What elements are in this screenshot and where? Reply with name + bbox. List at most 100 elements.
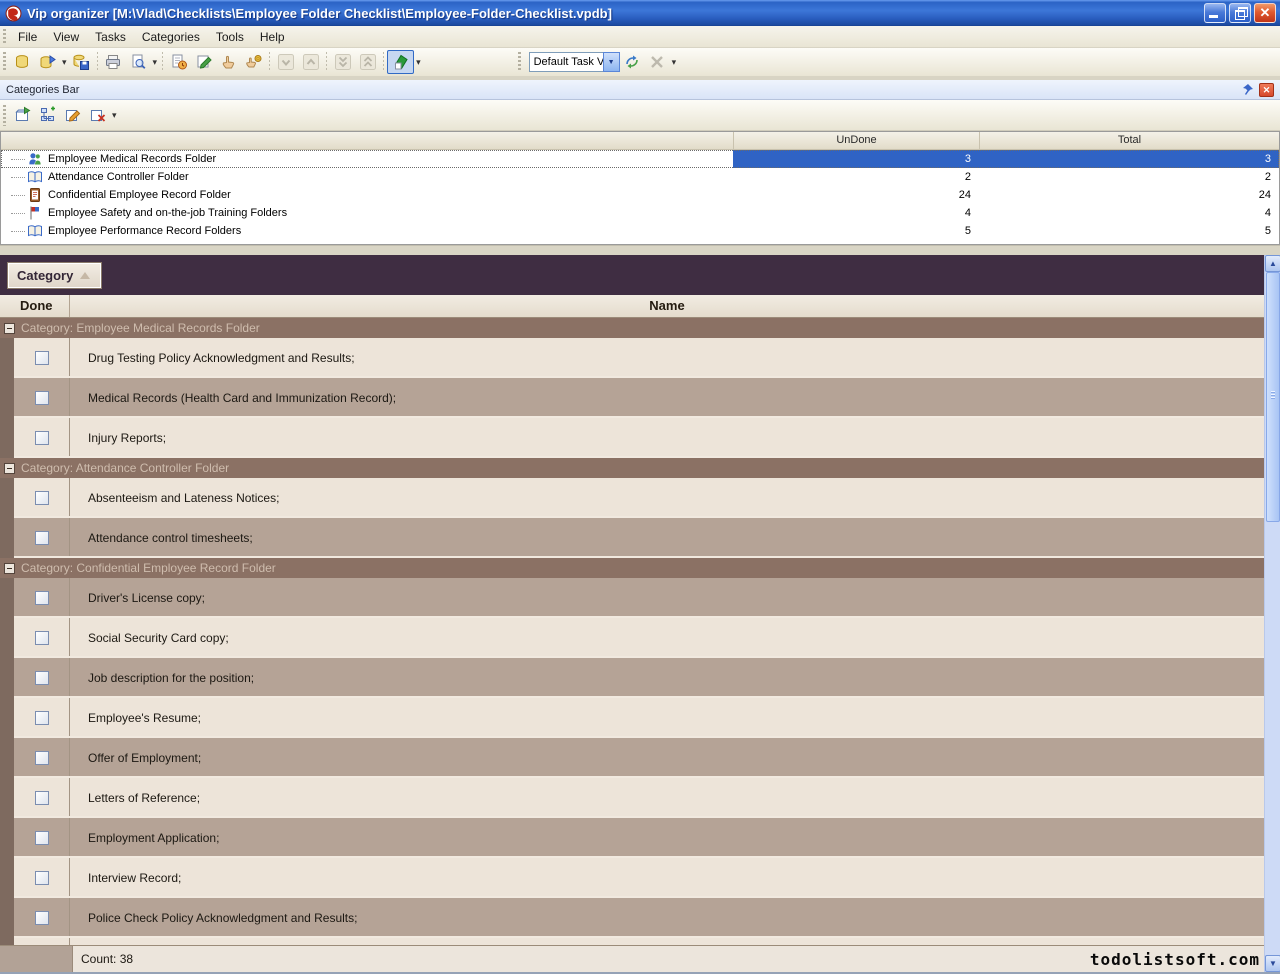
total-column-header[interactable]: Total — [979, 132, 1279, 149]
categories-bar-close-icon[interactable]: ✕ — [1259, 83, 1274, 97]
vertical-scrollbar[interactable]: ▲ ▼ — [1264, 255, 1280, 972]
task-checkbox[interactable] — [35, 591, 49, 605]
task-checkbox[interactable] — [35, 631, 49, 645]
delete-category-icon[interactable] — [85, 103, 110, 127]
task-checkbox[interactable] — [35, 351, 49, 365]
task-checkbox[interactable] — [35, 491, 49, 505]
clear-view-icon[interactable] — [645, 50, 670, 74]
menu-file[interactable]: File — [10, 27, 45, 47]
task-checkbox[interactable] — [35, 751, 49, 765]
category-row[interactable]: Employee Performance Record Folders 5 5 — [1, 222, 1279, 240]
category-group-row[interactable]: Category: Attendance Controller Folder — [0, 458, 1264, 478]
task-row[interactable]: Injury Reports; — [0, 418, 1264, 458]
menu-tools[interactable]: Tools — [208, 27, 252, 47]
open-database-icon[interactable] — [35, 50, 60, 74]
collapse-icon[interactable] — [4, 323, 15, 334]
category-name-cell[interactable]: Employee Medical Records Folder — [1, 150, 733, 168]
task-row[interactable]: Social Security Card copy; — [0, 618, 1264, 658]
menu-help[interactable]: Help — [252, 27, 293, 47]
task-row[interactable]: Employee's Resume; — [0, 698, 1264, 738]
task-row[interactable]: Offer of Employment; — [0, 738, 1264, 778]
move-bottom-icon[interactable] — [330, 50, 355, 74]
restore-button[interactable] — [1229, 3, 1251, 23]
group-indent-strip — [0, 618, 14, 658]
task-checkbox[interactable] — [35, 911, 49, 925]
task-checkbox[interactable] — [35, 671, 49, 685]
task-checkbox[interactable] — [35, 791, 49, 805]
task-row[interactable]: Job description for the position; — [0, 658, 1264, 698]
menu-tasks[interactable]: Tasks — [87, 27, 134, 47]
task-checkbox[interactable] — [35, 531, 49, 545]
category-name-column-header[interactable] — [1, 132, 733, 149]
panel-splitter[interactable] — [0, 245, 1280, 255]
view-toolbar-grip[interactable] — [517, 52, 522, 72]
save-database-icon[interactable] — [69, 50, 94, 74]
task-row[interactable]: Drug Testing Policy Acknowledgment and R… — [0, 338, 1264, 378]
view-combobox-dropdown-icon[interactable] — [603, 52, 620, 72]
task-checkbox[interactable] — [35, 831, 49, 845]
group-by-category-button[interactable]: Category — [8, 263, 101, 288]
category-group-row[interactable]: Category: Employee Medical Records Folde… — [0, 318, 1264, 338]
menu-view[interactable]: View — [45, 27, 87, 47]
minimize-button[interactable] — [1204, 3, 1226, 23]
move-top-icon[interactable] — [355, 50, 380, 74]
view-combobox-value[interactable]: Default Task V — [529, 52, 603, 72]
menu-categories[interactable]: Categories — [134, 27, 208, 47]
task-checkbox[interactable] — [35, 431, 49, 445]
task-row[interactable]: Attendance control timesheets; — [0, 518, 1264, 558]
pin-icon[interactable] — [1239, 82, 1255, 97]
task-view-icon[interactable] — [387, 50, 414, 74]
print-preview-dropdown-icon[interactable]: ▾ — [151, 57, 160, 68]
new-category-icon[interactable] — [10, 103, 35, 127]
task-checkbox[interactable] — [35, 391, 49, 405]
done-column-header[interactable]: Done — [0, 295, 70, 317]
move-down-icon[interactable] — [273, 50, 298, 74]
task-row[interactable]: Letters of Reference; — [0, 778, 1264, 818]
menu-grip[interactable] — [2, 29, 7, 44]
print-preview-icon[interactable] — [126, 50, 151, 74]
open-database-dropdown-icon[interactable]: ▾ — [60, 57, 69, 68]
scroll-down-icon[interactable]: ▼ — [1265, 955, 1280, 972]
new-task-icon[interactable] — [166, 50, 191, 74]
close-button[interactable] — [1254, 3, 1276, 23]
category-row[interactable]: Employee Medical Records Folder 3 3 — [1, 150, 1279, 168]
move-up-icon[interactable] — [298, 50, 323, 74]
task-checkbox[interactable] — [35, 711, 49, 725]
task-row[interactable]: Driver's License copy; — [0, 578, 1264, 618]
task-checkbox[interactable] — [35, 871, 49, 885]
scrollbar-thumb[interactable] — [1266, 272, 1280, 522]
collapse-icon[interactable] — [4, 463, 15, 474]
new-database-icon[interactable] — [10, 50, 35, 74]
complete-task-icon[interactable] — [241, 50, 266, 74]
category-group-row[interactable]: Category: Confidential Employee Record F… — [0, 558, 1264, 578]
task-row[interactable]: Employment Application; — [0, 818, 1264, 858]
view-combobox[interactable]: Default Task V — [529, 52, 620, 72]
category-name-cell[interactable]: Employee Safety and on-the-job Training … — [1, 204, 733, 222]
apply-view-icon[interactable] — [620, 50, 645, 74]
categories-toolbar-overflow-icon[interactable]: ▾ — [110, 110, 119, 121]
category-name-cell[interactable]: Attendance Controller Folder — [1, 168, 733, 186]
assign-task-icon[interactable] — [216, 50, 241, 74]
category-row[interactable]: Attendance Controller Folder 2 2 — [1, 168, 1279, 186]
category-row[interactable]: Employee Safety and on-the-job Training … — [1, 204, 1279, 222]
task-row[interactable]: Medical Records (Health Card and Immuniz… — [0, 378, 1264, 418]
category-row[interactable]: Confidential Employee Record Folder 24 2… — [1, 186, 1279, 204]
category-name-cell[interactable]: Employee Performance Record Folders — [1, 222, 733, 240]
collapse-icon[interactable] — [4, 563, 15, 574]
undone-column-header[interactable]: UnDone — [733, 132, 979, 149]
toolbar-overflow-icon[interactable]: ▾ — [670, 57, 679, 68]
task-row[interactable]: Absenteeism and Lateness Notices; — [0, 478, 1264, 518]
task-view-dropdown-icon[interactable]: ▾ — [414, 57, 423, 68]
task-row[interactable]: Police Check Policy Acknowledgment and R… — [0, 898, 1264, 938]
print-icon[interactable] — [101, 50, 126, 74]
task-row[interactable]: Interview Record; — [0, 858, 1264, 898]
category-name-cell[interactable]: Confidential Employee Record Folder — [1, 186, 733, 204]
categories-toolbar-grip[interactable] — [2, 105, 7, 126]
edit-task-icon[interactable] — [191, 50, 216, 74]
new-subcategory-icon[interactable] — [35, 103, 60, 127]
scroll-up-icon[interactable]: ▲ — [1265, 255, 1280, 272]
name-column-header[interactable]: Name — [70, 295, 1264, 317]
edit-category-icon[interactable] — [60, 103, 85, 127]
toolbar-grip[interactable] — [2, 52, 7, 72]
task-list: Category: Employee Medical Records Folde… — [0, 318, 1264, 938]
